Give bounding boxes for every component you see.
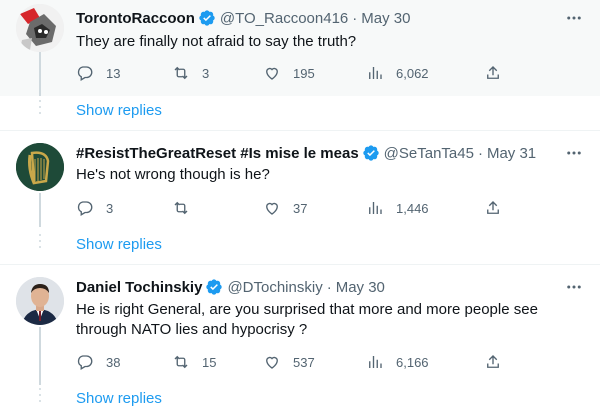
reply-count: 13: [106, 65, 121, 81]
author-name[interactable]: Daniel Tochinskiy: [76, 279, 202, 296]
reply-icon: [77, 355, 93, 370]
retweet-button[interactable]: 15: [172, 352, 216, 372]
irish-harp-icon: [16, 143, 64, 191]
man-in-suit-avatar[interactable]: [16, 277, 64, 325]
author-name[interactable]: TorontoRaccoon: [76, 10, 195, 27]
tweet-date[interactable]: May 30: [361, 10, 410, 27]
view-count: 6,166: [396, 354, 429, 370]
separator-dot: ·: [326, 278, 332, 296]
retweet-icon: [174, 66, 188, 80]
view-count: 6,062: [396, 65, 429, 81]
man-in-suit-image: [16, 277, 64, 325]
author-handle[interactable]: @SeTanTa45: [384, 145, 474, 162]
heart-icon: [266, 67, 278, 80]
more-options-icon[interactable]: [564, 8, 584, 28]
tweet-header: #ResistTheGreatReset #Is mise le meas @S…: [76, 143, 550, 163]
tweet-actions: 38 15 537 6,166: [76, 352, 516, 372]
reply-count: 3: [106, 200, 114, 216]
retweet-button[interactable]: [172, 198, 202, 218]
raccoon-avatar[interactable]: [16, 4, 64, 52]
reply-button[interactable]: 38: [76, 352, 120, 372]
views-button[interactable]: 6,166: [366, 352, 429, 372]
share-button[interactable]: [484, 63, 502, 83]
retweet-button[interactable]: 3: [172, 63, 209, 83]
show-replies-link[interactable]: Show replies: [76, 102, 162, 119]
tweet-header: Daniel Tochinskiy @DTochinskiy · May 30: [76, 277, 550, 297]
tweet-text: He is right General, are you surprised t…: [76, 301, 538, 338]
retweet-count: 15: [202, 354, 217, 370]
reply-count: 38: [106, 354, 121, 370]
verified-badge-icon: [362, 145, 379, 161]
more-options-icon[interactable]: [564, 277, 584, 297]
view-count: 1,446: [396, 200, 429, 216]
share-icon: [487, 201, 499, 214]
show-replies-link[interactable]: Show replies: [76, 236, 162, 253]
like-count: 195: [293, 65, 315, 81]
like-count: 537: [293, 354, 315, 370]
like-count: 37: [293, 200, 308, 216]
thread-line: [39, 52, 41, 96]
tweet-header: TorontoRaccoon @TO_Raccoon416 · May 30: [76, 8, 550, 28]
tweet-setanta45[interactable]: #ResistTheGreatReset #Is mise le meas @S…: [0, 131, 600, 231]
show-replies-link[interactable]: Show replies: [76, 390, 162, 407]
author-handle[interactable]: @DTochinskiy: [227, 279, 322, 296]
views-button[interactable]: 6,062: [366, 63, 429, 83]
tweet-actions: 3 37 1,446: [76, 198, 516, 218]
views-chart-icon: [369, 356, 382, 368]
author-name[interactable]: #ResistTheGreatReset #Is mise le meas: [76, 145, 359, 162]
reply-icon: [77, 201, 93, 216]
thread-dots: [39, 388, 41, 402]
like-button[interactable]: 37: [263, 198, 307, 218]
heart-icon: [266, 356, 278, 369]
retweet-count: 3: [202, 65, 210, 81]
tweet-dtochinskiy[interactable]: Daniel Tochinskiy @DTochinskiy · May 30 …: [0, 265, 600, 385]
heart-icon: [266, 202, 278, 215]
raccoon-avatar-image: [16, 4, 64, 52]
thread-line: [39, 193, 41, 227]
like-button[interactable]: 537: [263, 352, 315, 372]
share-icon: [487, 66, 499, 79]
share-button[interactable]: [484, 352, 502, 372]
share-button[interactable]: [484, 198, 502, 218]
reply-button[interactable]: 13: [76, 63, 120, 83]
reply-thread: TorontoRaccoon @TO_Raccoon416 · May 30 T…: [0, 0, 600, 410]
tweet-date[interactable]: May 31: [487, 145, 536, 162]
reply-icon: [77, 66, 93, 81]
separator-dot: ·: [477, 144, 483, 162]
tweet-torontoraccoon[interactable]: TorontoRaccoon @TO_Raccoon416 · May 30 T…: [0, 0, 600, 96]
thread-dots: [39, 100, 41, 114]
views-button[interactable]: 1,446: [366, 198, 429, 218]
separator-dot: ·: [352, 9, 358, 27]
tweet-date[interactable]: May 30: [336, 279, 385, 296]
author-handle[interactable]: @TO_Raccoon416: [220, 10, 348, 27]
verified-badge-icon: [206, 279, 223, 295]
verified-badge-icon: [199, 10, 215, 26]
share-icon: [487, 355, 499, 368]
retweet-icon: [174, 201, 188, 215]
tweet-actions: 13 3 195 6,062: [76, 63, 516, 83]
reply-button[interactable]: 3: [76, 198, 113, 218]
irish-harp-avatar[interactable]: [16, 143, 64, 191]
more-options-icon[interactable]: [564, 143, 584, 163]
thread-dots: [39, 234, 41, 248]
retweet-icon: [174, 355, 188, 369]
tweet-text: He's not wrong though is he?: [76, 166, 270, 183]
views-chart-icon: [369, 67, 382, 79]
like-button[interactable]: 195: [263, 63, 315, 83]
views-chart-icon: [369, 202, 382, 214]
thread-line: [39, 327, 41, 385]
tweet-text: They are finally not afraid to say the t…: [76, 33, 357, 50]
